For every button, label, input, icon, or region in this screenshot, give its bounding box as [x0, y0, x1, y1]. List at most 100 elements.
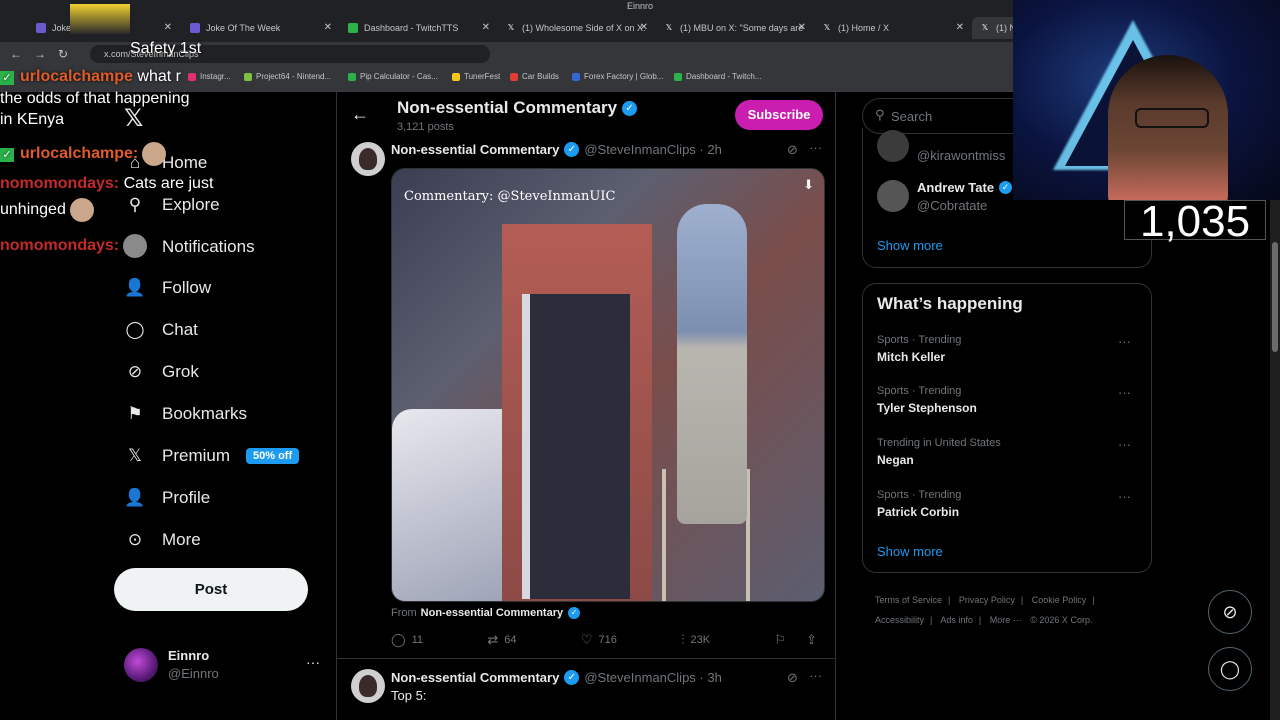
- close-tab-icon[interactable]: ✕: [164, 17, 172, 39]
- bookmark-instagram[interactable]: Instagr...: [188, 72, 231, 81]
- tab-home-x[interactable]: 𝕏 (1) Home / X ✕: [814, 17, 970, 39]
- back-icon[interactable]: ←: [10, 47, 22, 61]
- reply-button[interactable]: ◯ 11: [391, 632, 423, 648]
- tab-label: (1) MBU on X: "Some days are: [680, 23, 804, 33]
- nav-label: Grok: [162, 362, 199, 381]
- chat-message: in KEnya: [0, 111, 65, 128]
- source-name[interactable]: Non-essential Commentary: [421, 607, 563, 619]
- tab-dashboard-twitchtts[interactable]: Dashboard - TwitchTTS ✕: [340, 17, 496, 39]
- x-favicon-icon: 𝕏: [507, 23, 515, 32]
- show-more-link[interactable]: Show more: [877, 238, 943, 253]
- nav-explore[interactable]: ⚲ Explore: [124, 190, 220, 220]
- close-tab-icon[interactable]: ✕: [482, 17, 490, 39]
- download-icon[interactable]: ⬇: [803, 177, 814, 193]
- avatar[interactable]: [351, 669, 385, 703]
- avatar: [124, 648, 158, 682]
- account-switcher[interactable]: Einnro @Einnro ···: [124, 646, 320, 686]
- forward-icon[interactable]: →: [34, 47, 46, 61]
- bookmark-tunerfest[interactable]: TunerFest: [452, 72, 500, 81]
- scrollbar-thumb[interactable]: [1272, 242, 1278, 352]
- nav-chat[interactable]: ◯ Chat: [124, 315, 197, 345]
- more-icon[interactable]: ···: [1118, 437, 1131, 452]
- avatar[interactable]: [351, 142, 385, 176]
- nav-bookmarks[interactable]: ⚑ Bookmarks: [124, 399, 247, 429]
- trend-meta: Trending in United States: [877, 437, 1001, 449]
- chat-icon: ◯: [1219, 659, 1241, 679]
- terms-link[interactable]: Terms of Service: [875, 595, 942, 605]
- car-builds-icon: [510, 73, 518, 81]
- nav-follow[interactable]: 👤 Follow: [124, 273, 211, 303]
- more-icon[interactable]: ···: [1118, 489, 1131, 504]
- bookmark-dashboard-twitch[interactable]: Dashboard - Twitch...: [674, 72, 761, 81]
- close-tab-icon[interactable]: ✕: [640, 17, 648, 39]
- tweet-handle: @SteveInmanClips · 2h: [584, 142, 722, 157]
- ads-info-link[interactable]: Ads info: [940, 615, 973, 625]
- repost-button[interactable]: ⇄ 64: [487, 632, 516, 648]
- nav-profile[interactable]: 👤 Profile: [124, 483, 210, 513]
- tab-label: Joke Of The Week: [206, 23, 281, 33]
- grok-fab-button[interactable]: ⊘: [1208, 590, 1252, 634]
- privacy-link[interactable]: Privacy Policy: [959, 595, 1015, 605]
- bookmark-forex-factory[interactable]: Forex Factory | Glob...: [572, 72, 663, 81]
- post-button[interactable]: Post: [114, 568, 308, 611]
- more-icon[interactable]: ···: [809, 668, 822, 683]
- tab-favicon-icon: [36, 23, 46, 33]
- tab-mbu[interactable]: 𝕏 (1) MBU on X: "Some days are ✕: [656, 17, 812, 39]
- like-button[interactable]: ♡ 716: [581, 632, 617, 648]
- tweet-actions: ◯ 11 ⇄ 64 ♡ 716 ⫶ 23K ⚐ ⇪: [391, 632, 823, 648]
- more-icon[interactable]: ···: [306, 654, 320, 670]
- trend-item[interactable]: Sports · Trending Patrick Corbin ···: [877, 489, 1139, 529]
- bookmark-project64[interactable]: Project64 - Nintend...: [244, 72, 331, 81]
- more-icon[interactable]: ···: [1118, 385, 1131, 400]
- bookmark-pip-calculator[interactable]: Pip Calculator - Cas...: [348, 72, 438, 81]
- views-button[interactable]: ⫶ 23K: [681, 632, 710, 648]
- trend-item[interactable]: Sports · Trending Tyler Stephenson ···: [877, 385, 1139, 425]
- grok-icon[interactable]: ⊘: [787, 670, 798, 686]
- share-button[interactable]: ⇪: [806, 632, 823, 648]
- back-arrow-icon[interactable]: ←: [351, 104, 369, 125]
- nav-label: Notifications: [162, 237, 255, 256]
- trend-item[interactable]: Trending in United States Negan ···: [877, 437, 1139, 477]
- subscribe-button[interactable]: Subscribe: [735, 100, 823, 130]
- chat-message: nomomondays:: [0, 234, 151, 258]
- grok-icon[interactable]: ⊘: [787, 142, 798, 158]
- tweet[interactable]: Non-essential Commentary ✓ @SteveInmanClip…: [337, 667, 835, 720]
- tweet-author[interactable]: Non-essential Commentary ✓ @SteveInmanClip…: [391, 670, 722, 685]
- tab-joke-of-the-week-2[interactable]: Joke Of The Week ✕: [182, 17, 338, 39]
- reload-icon[interactable]: ↻: [58, 47, 68, 61]
- tab-wholesome-side[interactable]: 𝕏 (1) Wholesome Side of X on X: ✕: [498, 17, 654, 39]
- tweet-divider: [337, 658, 835, 659]
- grok-icon: ⊘: [127, 362, 143, 381]
- more-footer-link[interactable]: More ···: [990, 615, 1022, 625]
- tweet[interactable]: Non-essential Commentary ✓ @SteveInmanClip…: [337, 138, 835, 658]
- chat-message: ✓ urlocalchampe:: [0, 142, 170, 166]
- bookmark-button[interactable]: ⚐: [774, 632, 792, 648]
- more-icon[interactable]: ···: [809, 140, 822, 155]
- tweet-author[interactable]: Non-essential Commentary ✓ @SteveInmanClip…: [391, 142, 722, 157]
- x-favicon-icon: 𝕏: [981, 23, 989, 32]
- messages-fab-button[interactable]: ◯: [1208, 647, 1252, 691]
- tweet-handle: @SteveInmanClips · 3h: [584, 670, 722, 685]
- more-icon[interactable]: ···: [1118, 334, 1131, 349]
- trend-item[interactable]: Sports · Trending Mitch Keller ···: [877, 334, 1139, 374]
- cookie-link[interactable]: Cookie Policy: [1032, 595, 1087, 605]
- bookmark-car-builds[interactable]: Car Builds: [510, 72, 559, 81]
- verified-icon: ✓: [568, 607, 581, 619]
- close-tab-icon[interactable]: ✕: [798, 17, 806, 39]
- close-tab-icon[interactable]: ✕: [956, 17, 964, 39]
- nav-premium[interactable]: 𝕏 Premium 50% off: [124, 441, 300, 471]
- close-tab-icon[interactable]: ✕: [324, 17, 332, 39]
- add-person-icon: 👤: [124, 278, 146, 297]
- x-logo-icon[interactable]: 𝕏: [124, 104, 143, 133]
- x-icon: 𝕏: [128, 446, 142, 465]
- webcam-overlay: [1013, 0, 1280, 200]
- show-more-link[interactable]: Show more: [877, 544, 943, 559]
- accessibility-link[interactable]: Accessibility: [875, 615, 924, 625]
- tweet-video[interactable]: Commentary: @SteveInmanUIC ⬇: [391, 168, 825, 602]
- nav-more[interactable]: ⊙ More: [124, 525, 201, 555]
- nav-label: More: [162, 530, 201, 549]
- trend-meta: Sports · Trending: [877, 334, 962, 346]
- search-icon: ⚲: [128, 195, 142, 214]
- nav-grok[interactable]: ⊘ Grok: [124, 357, 199, 387]
- suggestion-handle: @kirawontmiss: [917, 148, 1006, 163]
